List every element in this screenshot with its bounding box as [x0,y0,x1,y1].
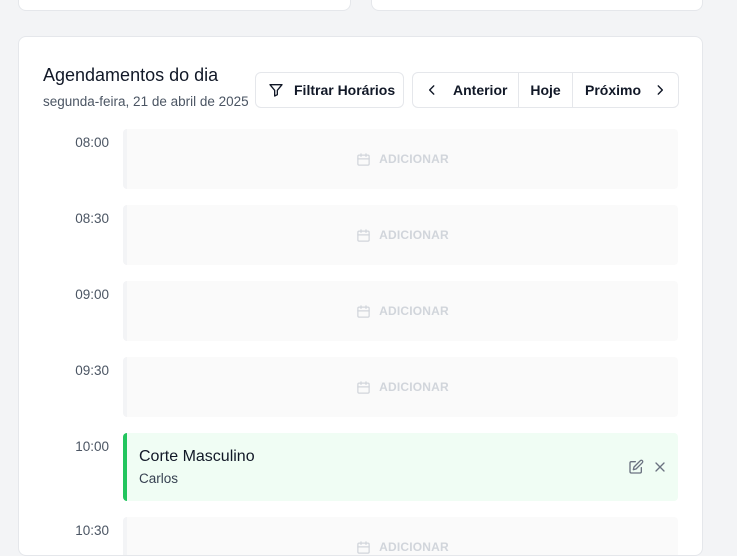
calendar-icon [356,380,371,395]
filter-icon [268,82,284,98]
calendar-icon [356,228,371,243]
schedule-date: segunda-feira, 21 de abril de 2025 [43,94,249,109]
appointment-card[interactable]: Corte Masculino Carlos [123,433,678,501]
slot-time: 10:00 [75,439,109,454]
next-day-label: Próximo [585,82,642,98]
appointment-client: Carlos [139,471,179,486]
schedule-title: Agendamentos do dia [43,65,219,85]
appointment-service: Corte Masculino [139,448,255,465]
chevron-right-icon [653,83,667,97]
add-appointment-slot[interactable]: ADICIONAR [123,281,678,341]
slot-time: 08:00 [75,135,109,150]
add-label: ADICIONAR [379,152,449,166]
date-navigation: Anterior Hoje Próximo [412,72,679,108]
filter-times-label: Filtrar Horários [294,82,396,98]
today-button[interactable]: Hoje [519,73,573,107]
slot-time: 09:00 [75,287,109,302]
add-label: ADICIONAR [379,380,449,394]
add-appointment-slot[interactable]: ADICIONAR [123,205,678,265]
chevron-left-icon [425,83,439,97]
previous-day-label: Anterior [453,82,508,98]
slot-time: 09:30 [75,363,109,378]
calendar-icon [356,304,371,319]
next-day-button[interactable]: Próximo [573,73,678,107]
edit-icon[interactable] [628,459,644,480]
schedule-card: Agendamentos do dia segunda-feira, 21 de… [18,36,703,556]
summary-card-left [18,0,351,11]
previous-day-button[interactable]: Anterior [413,73,519,107]
slot-time: 08:30 [75,211,109,226]
filter-times-button[interactable]: Filtrar Horários [255,72,404,108]
add-appointment-slot[interactable]: ADICIONAR [123,517,678,555]
add-appointment-slot[interactable]: ADICIONAR [123,357,678,417]
close-icon[interactable] [652,459,668,480]
add-label: ADICIONAR [379,304,449,318]
calendar-icon [356,540,371,555]
add-appointment-slot[interactable]: ADICIONAR [123,129,678,189]
summary-card-right [371,0,703,11]
add-label: ADICIONAR [379,540,449,554]
add-label: ADICIONAR [379,228,449,242]
calendar-icon [356,152,371,167]
